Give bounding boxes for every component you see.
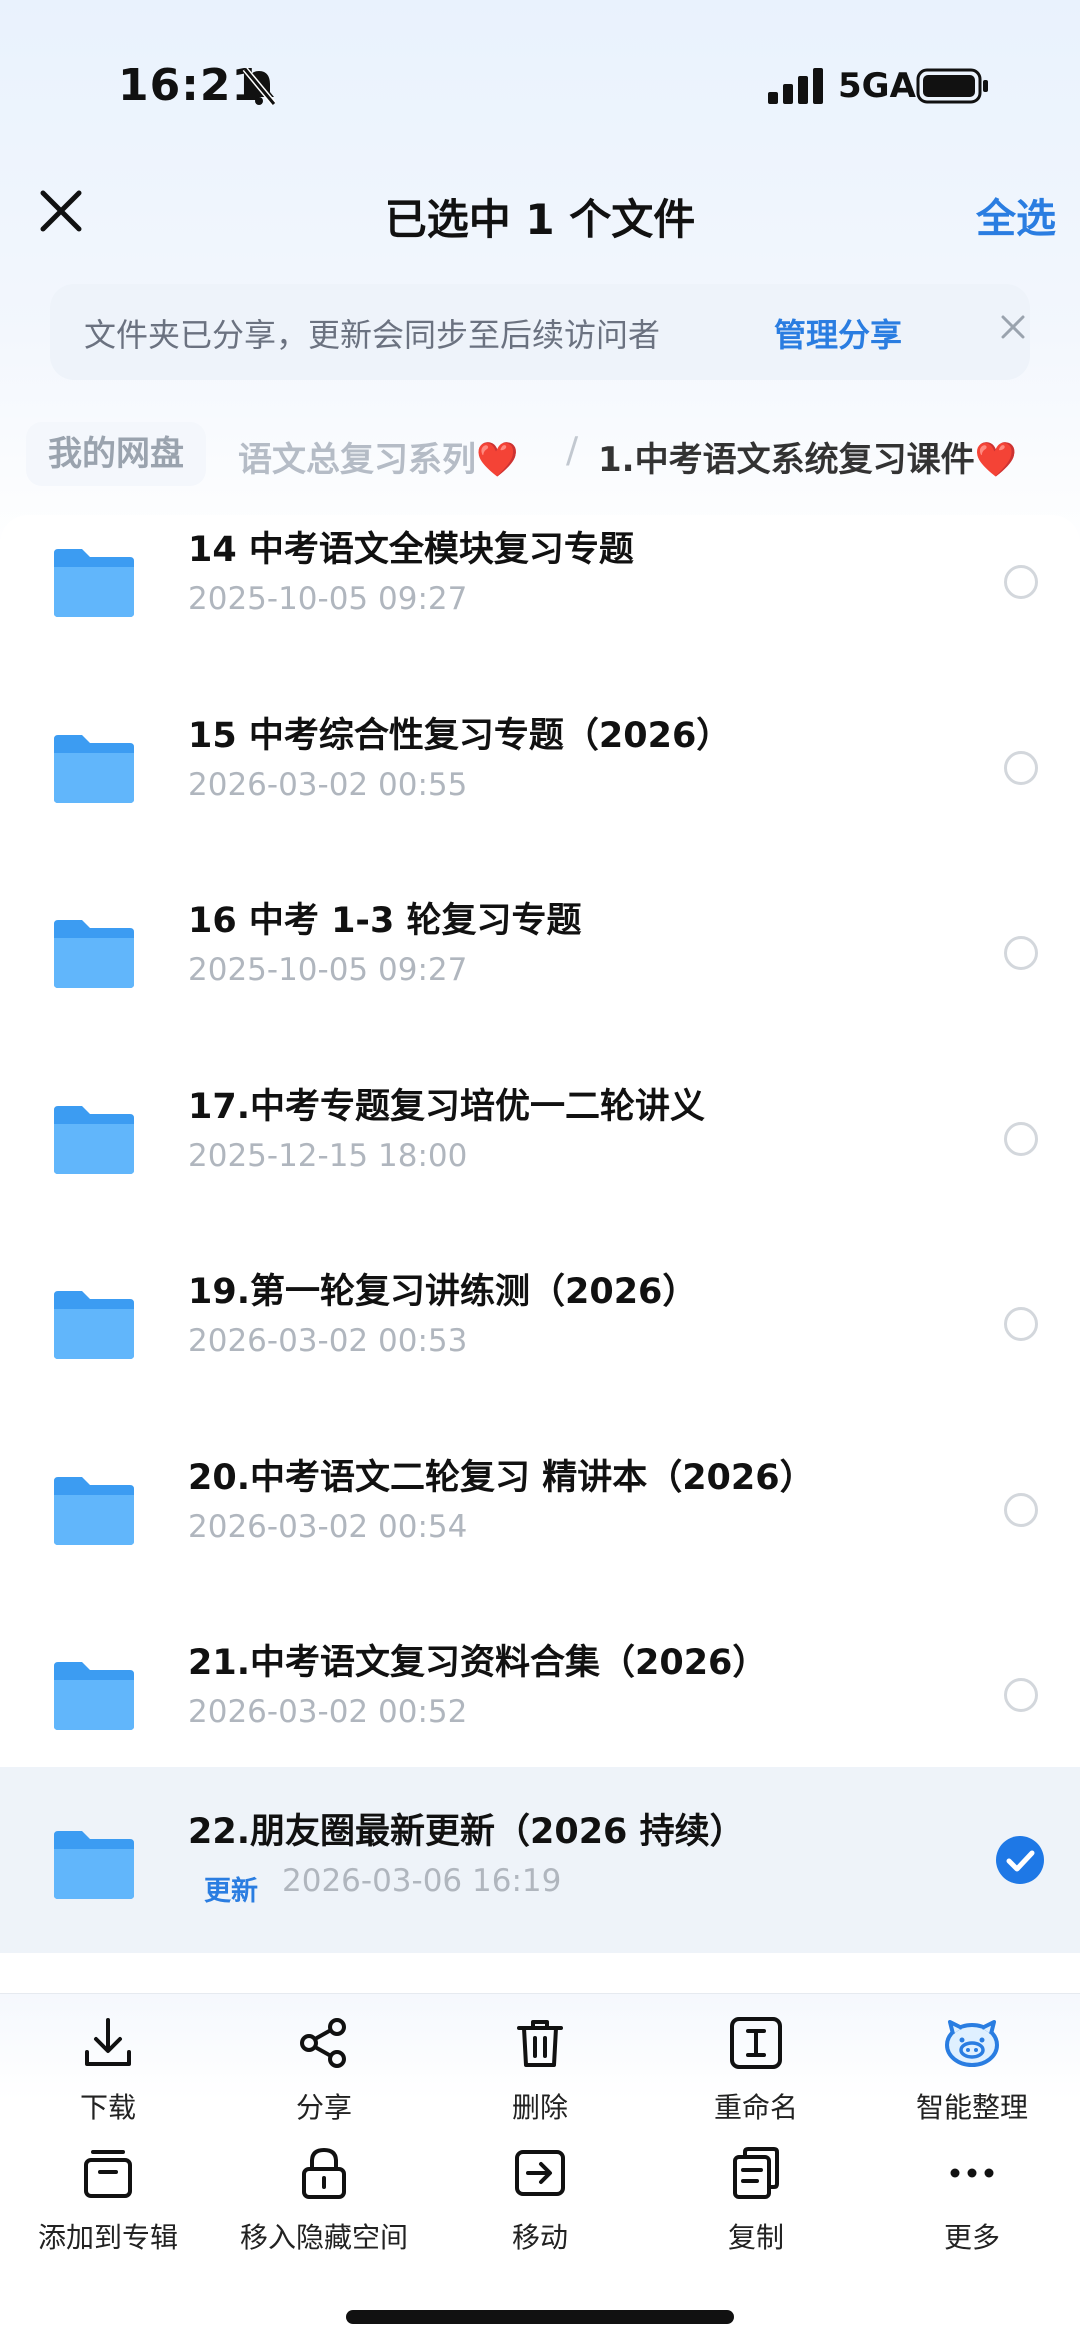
file-date: 2026-03-06 16:19	[282, 1863, 562, 1899]
folder-icon	[54, 1477, 134, 1545]
move-to-hidden-label: 移入隐藏空间	[239, 2221, 408, 2254]
file-name: 15 中考综合性复习专题（2026）	[188, 716, 732, 756]
download-button[interactable]: 下载	[0, 2014, 216, 2126]
rename-label: 重命名	[713, 2091, 798, 2124]
select-radio[interactable]	[1004, 1307, 1038, 1341]
bell-muted-icon	[242, 67, 277, 106]
share-label: 分享	[295, 2091, 352, 2124]
page-title: 已选中 1 个文件	[384, 195, 696, 244]
file-name: 21.中考语文复习资料合集（2026）	[188, 1643, 768, 1683]
home-indicator[interactable]	[346, 2310, 734, 2324]
share-button[interactable]: 分享	[216, 2014, 432, 2126]
breadcrumb-current-label: 1.中考语文系统复习课件	[598, 440, 975, 480]
download-icon	[85, 2018, 131, 2066]
action-toolbar: 下载 分享 删除 重命名 智能整理 添加到专辑 移入隐藏空间 移动 复制 更多	[0, 1993, 1080, 2348]
rename-button[interactable]: 重命名	[648, 2014, 864, 2126]
album-icon	[84, 2150, 132, 2198]
file-row[interactable]: 21.中考语文复习资料合集（2026） 2026-03-02 00:52	[0, 1598, 1080, 1784]
delete-button[interactable]: 删除	[432, 2014, 648, 2126]
move-icon	[515, 2150, 565, 2196]
breadcrumb-separator: /	[566, 430, 579, 471]
heart-emoji: ❤️	[476, 440, 519, 480]
file-name: 22.朋友圈最新更新（2026 持续）	[188, 1812, 745, 1852]
select-radio[interactable]	[1004, 1678, 1038, 1712]
file-date: 2026-03-02 00:54	[188, 1509, 468, 1545]
heart-emoji: ❤️	[974, 440, 1017, 480]
file-date: 2025-12-15 18:00	[188, 1138, 468, 1174]
file-list: 14 中考语文全模块复习专题 2025-10-05 09:27 15 中考综合性…	[0, 515, 1080, 1955]
file-date: 2025-10-05 09:27	[188, 952, 468, 988]
network-type: 5GA	[838, 66, 916, 106]
file-row[interactable]: 15 中考综合性复习专题（2026） 2026-03-02 00:55	[0, 671, 1080, 857]
share-notice-banner: 文件夹已分享，更新会同步至后续访问者 管理分享	[50, 284, 1030, 380]
breadcrumb-item-current: 1.中考语文系统复习课件❤️	[598, 432, 1017, 481]
smart-organize-label: 智能整理	[915, 2091, 1028, 2124]
trash-icon	[517, 2020, 563, 2067]
select-radio[interactable]	[1004, 1493, 1038, 1527]
cellular-signal-icon	[768, 68, 823, 104]
more-label: 更多	[943, 2221, 1000, 2254]
file-date: 2026-03-02 00:53	[188, 1323, 468, 1359]
file-row[interactable]: 14 中考语文全模块复习专题 2025-10-05 09:27	[0, 515, 1080, 671]
select-all-button[interactable]: 全选	[976, 186, 1056, 244]
folder-icon	[54, 735, 134, 803]
add-to-album-button[interactable]: 添加到专辑	[0, 2144, 216, 2256]
smart-organize-button[interactable]: 智能整理	[864, 2014, 1080, 2126]
breadcrumb: 语文总复习系列❤️ 我的网盘 / 1.中考语文系统复习课件❤️	[0, 420, 1080, 490]
copy-label: 复制	[727, 2221, 784, 2254]
file-date: 2025-10-05 09:27	[188, 581, 468, 617]
file-row[interactable]: 17.中考专题复习培优一二轮讲义 2025-12-15 18:00	[0, 1042, 1080, 1228]
more-icon	[950, 2168, 994, 2178]
share-icon	[300, 2018, 346, 2068]
folder-icon	[54, 1831, 134, 1899]
select-radio-checked[interactable]	[996, 1836, 1044, 1884]
share-notice-text: 文件夹已分享，更新会同步至后续访问者	[84, 316, 661, 354]
folder-icon	[54, 920, 134, 988]
download-label: 下载	[79, 2091, 136, 2124]
more-button[interactable]: 更多	[864, 2144, 1080, 2256]
move-button[interactable]: 移动	[432, 2144, 648, 2256]
manage-share-link[interactable]: 管理分享	[774, 310, 902, 356]
folder-icon	[54, 1662, 134, 1730]
update-badge: 更新	[204, 1876, 258, 1907]
lock-icon	[302, 2147, 346, 2199]
file-row[interactable]: 20.中考语文二轮复习 精讲本（2026） 2026-03-02 00:54	[0, 1413, 1080, 1599]
file-date: 2026-03-02 00:55	[188, 767, 468, 803]
copy-icon	[733, 2147, 779, 2199]
breadcrumb-item-parent[interactable]: 语文总复习系列❤️	[238, 432, 518, 481]
folder-icon	[54, 1291, 134, 1359]
breadcrumb-item-root[interactable]: 我的网盘	[26, 422, 206, 486]
file-row[interactable]: 19.第一轮复习讲练测（2026） 2026-03-02 00:53	[0, 1227, 1080, 1413]
file-row-selected[interactable]: 22.朋友圈最新更新（2026 持续） 更新 2026-03-06 16:19	[0, 1767, 1080, 1953]
file-name: 19.第一轮复习讲练测（2026）	[188, 1272, 698, 1312]
file-name: 17.中考专题复习培优一二轮讲义	[188, 1087, 706, 1127]
rename-icon	[730, 2017, 782, 2069]
selection-header: 已选中 1 个文件 全选	[0, 170, 1080, 280]
close-icon[interactable]	[998, 312, 1028, 342]
add-to-album-label: 添加到专辑	[37, 2221, 178, 2254]
move-to-hidden-button[interactable]: 移入隐藏空间	[216, 2144, 432, 2256]
delete-label: 删除	[511, 2091, 568, 2124]
folder-icon	[54, 549, 134, 617]
select-radio[interactable]	[1004, 936, 1038, 970]
battery-icon	[916, 68, 988, 104]
file-date: 2026-03-02 00:52	[188, 1694, 468, 1730]
file-name: 16 中考 1-3 轮复习专题	[188, 901, 582, 941]
file-name: 14 中考语文全模块复习专题	[188, 530, 634, 570]
smart-organize-icon	[945, 2020, 999, 2067]
file-row[interactable]: 16 中考 1-3 轮复习专题 2025-10-05 09:27	[0, 856, 1080, 1042]
copy-button[interactable]: 复制	[648, 2144, 864, 2256]
select-radio[interactable]	[1004, 1122, 1038, 1156]
file-name: 20.中考语文二轮复习 精讲本（2026）	[188, 1458, 815, 1498]
breadcrumb-parent-label: 语文总复习系列	[238, 440, 476, 480]
select-radio[interactable]	[1004, 751, 1038, 785]
move-label: 移动	[511, 2221, 568, 2254]
folder-icon	[54, 1106, 134, 1174]
select-radio[interactable]	[1004, 565, 1038, 599]
status-bar: 16:21 5GA	[0, 0, 1080, 170]
checkmark-icon	[1006, 1850, 1035, 1872]
